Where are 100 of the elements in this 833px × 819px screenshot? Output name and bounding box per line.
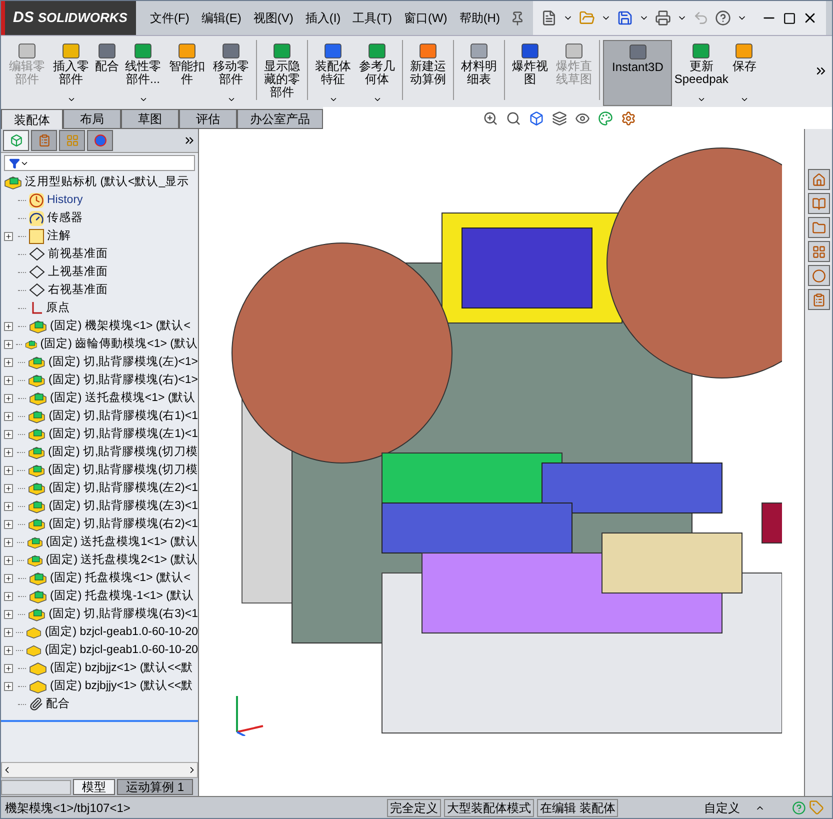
expand-icon[interactable] xyxy=(4,322,13,330)
ribbon-button[interactable]: 参考几何体 xyxy=(355,40,399,106)
tree-item[interactable]: (固定) 送托盘模塊<1> (默认 xyxy=(4,389,198,407)
tree-item[interactable]: (固定) 托盘模塊-1<1> (默认 xyxy=(4,587,198,605)
ribbon-button[interactable]: 插入零部件 xyxy=(49,40,93,106)
ribbon-button[interactable]: 智能扣件 xyxy=(165,40,209,106)
tree-item[interactable]: (固定) bzjbjjy<1> (默认<<默 xyxy=(4,677,198,695)
tree-item[interactable]: (固定) 切,貼背膠模塊(切刀模 xyxy=(4,443,198,461)
maximize-icon[interactable] xyxy=(782,12,796,24)
ribbon-button[interactable]: 爆炸视图 xyxy=(508,40,552,106)
expand-icon[interactable] xyxy=(4,628,13,636)
expand-icon[interactable] xyxy=(4,466,13,474)
tree-item[interactable]: (固定) 切,貼背膠模塊(右2)<1 xyxy=(4,515,198,533)
tree-item[interactable]: (固定) 切,貼背膠模塊(右)<1> xyxy=(4,371,198,389)
expand-icon[interactable] xyxy=(4,592,13,600)
expand-icon[interactable] xyxy=(4,412,13,420)
ribbon-button[interactable]: 装配体特征 xyxy=(311,40,355,106)
model-tab[interactable]: 运动算例 1 xyxy=(117,779,194,795)
circle-icon[interactable] xyxy=(812,268,826,282)
folder-icon[interactable] xyxy=(812,220,826,234)
menu-item[interactable]: 插入(I) xyxy=(299,9,347,27)
tree-item[interactable]: 原点 xyxy=(4,299,198,317)
scene-icon[interactable] xyxy=(621,110,636,126)
tree-item[interactable]: (固定) 切,貼背膠模塊(左1)<1 xyxy=(4,425,198,443)
expand-icon[interactable] xyxy=(4,610,13,618)
home-icon[interactable] xyxy=(812,172,826,186)
book-icon[interactable] xyxy=(812,196,826,210)
tree-item[interactable]: (固定) 送托盘模塊2<1> (默认 xyxy=(4,551,198,569)
tree-item[interactable]: (固定) 送托盘模塊1<1> (默认 xyxy=(4,533,198,551)
tree-item[interactable]: (固定) 齒輪傳動模塊<1> (默认 xyxy=(4,335,198,353)
tree-item[interactable]: (固定) bzjcl-geab1.0-60-10-20 xyxy=(4,623,198,641)
tree-item[interactable]: 注解 xyxy=(4,227,198,245)
expand-icon[interactable] xyxy=(4,574,13,582)
menu-item[interactable]: 帮助(H) xyxy=(453,9,506,27)
ribbon-button[interactable]: 显示隐藏的零部件 xyxy=(260,40,304,106)
command-tab[interactable]: 评估 xyxy=(179,109,237,129)
menu-item[interactable]: 视图(V) xyxy=(247,9,300,27)
expand-icon[interactable] xyxy=(4,664,13,672)
tree-item[interactable]: (固定) 切,貼背膠模塊(右3)<1 xyxy=(4,605,198,623)
tree-item[interactable]: 配合 xyxy=(4,695,198,713)
cube-icon[interactable] xyxy=(529,110,544,126)
expand-icon[interactable] xyxy=(4,448,13,456)
tree-item[interactable]: 上视基准面 xyxy=(4,263,198,281)
tree-item[interactable]: 泛用型贴标机 (默认<默认_显示 xyxy=(4,173,198,191)
expand-icon[interactable] xyxy=(4,394,13,402)
command-tab[interactable]: 草图 xyxy=(121,109,179,129)
clipboard-icon[interactable] xyxy=(812,292,826,306)
expand-icon[interactable] xyxy=(4,340,13,348)
panel-tab[interactable] xyxy=(31,130,57,151)
expand-icon[interactable] xyxy=(4,502,13,510)
expand-icon[interactable] xyxy=(4,376,13,384)
tree-item[interactable]: 传感器 xyxy=(4,209,198,227)
tree-item[interactable]: (固定) 托盘模塊<1> (默认< xyxy=(4,569,198,587)
model-tab[interactable]: 模型 xyxy=(73,779,115,795)
expand-icon[interactable] xyxy=(4,520,13,528)
ribbon-button[interactable]: Instant3D xyxy=(603,40,672,106)
palette-icon[interactable] xyxy=(598,110,613,126)
horizontal-scrollbar[interactable] xyxy=(1,762,198,778)
zoom-area-icon[interactable] xyxy=(506,110,521,126)
tree-item[interactable]: (固定) 切,貼背膠模塊(右1)<1 xyxy=(4,407,198,425)
pin-icon[interactable] xyxy=(510,10,525,26)
menu-item[interactable]: 工具(T) xyxy=(346,9,398,27)
ribbon-button[interactable]: 配合 xyxy=(93,40,121,106)
tree-item[interactable]: (固定) 切,貼背膠模塊(切刀模 xyxy=(4,461,198,479)
expand-icon[interactable] xyxy=(4,556,13,564)
menu-item[interactable]: 窗口(W) xyxy=(398,9,454,27)
panel-tab[interactable] xyxy=(3,130,29,151)
glasses-icon[interactable] xyxy=(575,110,590,126)
ribbon-button[interactable]: 保存 xyxy=(730,40,758,106)
tree-item[interactable]: (固定) 機架模塊<1> (默认< xyxy=(4,317,198,335)
ribbon-button[interactable]: 移动零部件 xyxy=(209,40,253,106)
command-tab[interactable]: 装配体 xyxy=(1,109,63,129)
menu-item[interactable]: 编辑(E) xyxy=(195,9,248,27)
expand-icon[interactable] xyxy=(4,682,13,690)
overflow-icon[interactable] xyxy=(183,134,196,147)
panel-tab[interactable] xyxy=(59,130,85,151)
printer-icon[interactable] xyxy=(654,10,671,26)
section-icon[interactable] xyxy=(552,110,567,126)
tree-item[interactable]: (固定) 切,貼背膠模塊(左2)<1 xyxy=(4,479,198,497)
filter-field[interactable] xyxy=(4,155,195,171)
menu-item[interactable]: 文件(F) xyxy=(144,9,196,27)
ribbon-button[interactable]: 材料明细表 xyxy=(457,40,501,106)
command-tab[interactable]: 办公室产品 xyxy=(237,109,323,129)
tree-item[interactable]: (固定) 切,貼背膠模塊(左)<1> xyxy=(4,353,198,371)
tree-item[interactable]: (固定) bzjcl-geab1.0-60-10-20 xyxy=(4,641,198,659)
zoom-icon[interactable] xyxy=(483,110,498,126)
tree-item[interactable]: (固定) bzjbjjz<1> (默认<<默 xyxy=(4,659,198,677)
command-tab[interactable]: 布局 xyxy=(63,109,121,129)
tree-item[interactable]: 前视基准面 xyxy=(4,245,198,263)
help-icon[interactable] xyxy=(714,10,731,26)
tree-item[interactable]: 右视基准面 xyxy=(4,281,198,299)
grid-icon[interactable] xyxy=(812,244,826,258)
tree-item[interactable]: History xyxy=(4,191,198,209)
tree-item[interactable]: (固定) 切,貼背膠模塊(左3)<1 xyxy=(4,497,198,515)
panel-tab[interactable] xyxy=(87,130,113,151)
expand-icon[interactable] xyxy=(4,538,13,546)
ribbon-button[interactable]: 线性零部件... xyxy=(121,40,165,106)
expand-icon[interactable] xyxy=(4,484,13,492)
units-text[interactable]: 自定义 xyxy=(704,798,740,816)
ribbon-button[interactable]: 新建运动算例 xyxy=(406,40,450,106)
